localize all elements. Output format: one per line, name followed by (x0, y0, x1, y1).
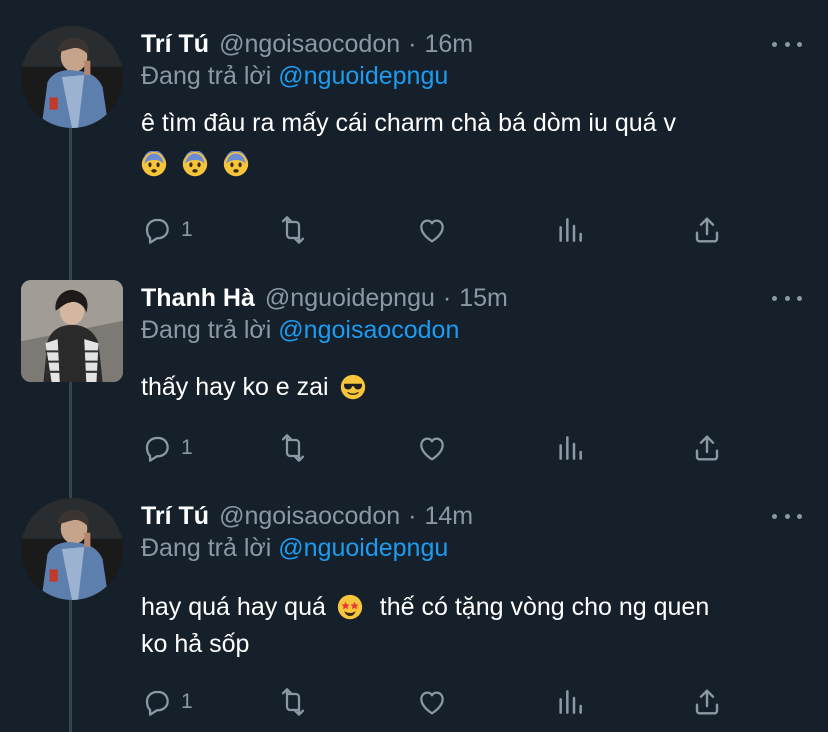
more-options-icon[interactable] (772, 34, 802, 54)
mention-link[interactable]: @nguoidepngu (278, 62, 448, 90)
share-button[interactable] (691, 212, 723, 248)
reply-icon (141, 686, 173, 718)
retweet-button[interactable] (277, 684, 309, 720)
emoji-row (141, 146, 811, 183)
display-name[interactable]: Thanh Hà (141, 284, 255, 313)
tweet-header: Trí Tú @ngoisaocodon · 14m (141, 498, 473, 534)
avatar[interactable] (21, 498, 123, 600)
avatar[interactable] (21, 26, 123, 128)
share-button[interactable] (691, 430, 723, 466)
timestamp[interactable]: 14m (424, 502, 473, 531)
reply-count: 1 (181, 436, 193, 459)
retweet-button[interactable] (277, 430, 309, 466)
tweet-text-segment: thế có tặng vòng cho ng quen (379, 593, 710, 621)
share-icon (691, 432, 723, 464)
like-button[interactable] (416, 430, 448, 466)
separator-dot: · (408, 29, 417, 58)
tweet-header: Trí Tú @ngoisaocodon · 16m (141, 26, 473, 62)
tweet-1[interactable]: Trí Tú @ngoisaocodon · 16m Đang trả lời … (0, 26, 828, 266)
separator-dot: · (408, 501, 417, 530)
user-handle[interactable]: @ngoisaocodon (219, 30, 400, 59)
tweet-header: Thanh Hà @nguoidepngu · 15m (141, 280, 508, 316)
reply-icon (141, 432, 173, 464)
user-handle[interactable]: @nguoidepngu (265, 284, 435, 313)
views-icon (554, 432, 586, 464)
tweet-2[interactable]: Thanh Hà @nguoidepngu · 15m Đang trả lời… (0, 280, 828, 480)
star-struck-emoji-icon (337, 594, 363, 620)
tweet-text-line: ko hả sốp (141, 630, 250, 658)
replying-to: Đang trả lời @nguoidepngu (141, 62, 448, 91)
fearful-face-emoji-icon (182, 151, 208, 177)
share-icon (691, 686, 723, 718)
retweet-icon (277, 214, 309, 246)
like-icon (416, 214, 448, 246)
share-button[interactable] (691, 684, 723, 720)
tweet-text: hay quá hay quá thế có tặng vòng cho ng … (141, 589, 811, 663)
views-button[interactable] (554, 212, 586, 248)
views-button[interactable] (554, 684, 586, 720)
retweet-icon (277, 432, 309, 464)
fearful-face-emoji-icon (223, 151, 249, 177)
tweet-text: ê tìm đâu ra mấy cái charm chà bá dòm iu… (141, 105, 811, 183)
like-icon (416, 686, 448, 718)
like-button[interactable] (416, 684, 448, 720)
tweet-text-segment: hay quá hay quá (141, 593, 326, 621)
replying-to: Đang trả lời @nguoidepngu (141, 534, 448, 563)
reply-button[interactable]: 1 (141, 430, 193, 466)
avatar[interactable] (21, 280, 123, 382)
share-icon (691, 214, 723, 246)
timestamp[interactable]: 16m (424, 30, 473, 59)
tweet-text-line: thấy hay ko e zai (141, 373, 329, 401)
tweet-text-line: hay quá hay quá thế có tặng vòng cho ng … (141, 589, 811, 626)
views-button[interactable] (554, 430, 586, 466)
retweet-button[interactable] (277, 212, 309, 248)
reply-icon (141, 214, 173, 246)
replying-to: Đang trả lời @ngoisaocodon (141, 316, 459, 345)
separator-dot: · (442, 283, 452, 312)
tweet-3[interactable]: Trí Tú @ngoisaocodon · 14m Đang trả lời … (0, 498, 828, 732)
tweet-actions: 1 (141, 212, 741, 248)
like-button[interactable] (416, 212, 448, 248)
mention-link[interactable]: @nguoidepngu (278, 534, 448, 562)
reply-count: 1 (181, 218, 193, 241)
reply-button[interactable]: 1 (141, 684, 193, 720)
sunglasses-emoji-icon (340, 374, 366, 400)
display-name[interactable]: Trí Tú (141, 502, 209, 531)
retweet-icon (277, 686, 309, 718)
tweet-actions: 1 (141, 430, 741, 466)
display-name[interactable]: Trí Tú (141, 30, 209, 59)
tweet-text: thấy hay ko e zai (141, 369, 811, 406)
views-icon (554, 686, 586, 718)
fearful-face-emoji-icon (141, 151, 167, 177)
like-icon (416, 432, 448, 464)
tweet-actions: 1 (141, 684, 741, 720)
replying-label: Đang trả lời (141, 62, 272, 90)
mention-link[interactable]: @ngoisaocodon (278, 316, 459, 344)
timestamp[interactable]: 15m (459, 284, 508, 313)
views-icon (554, 214, 586, 246)
reply-count: 1 (181, 690, 193, 713)
tweet-text-line: ê tìm đâu ra mấy cái charm chà bá dòm iu… (141, 109, 676, 137)
user-handle[interactable]: @ngoisaocodon (219, 502, 400, 531)
more-options-icon[interactable] (772, 506, 802, 526)
more-options-icon[interactable] (772, 288, 802, 308)
reply-button[interactable]: 1 (141, 212, 193, 248)
replying-label: Đang trả lời (141, 316, 272, 344)
replying-label: Đang trả lời (141, 534, 272, 562)
